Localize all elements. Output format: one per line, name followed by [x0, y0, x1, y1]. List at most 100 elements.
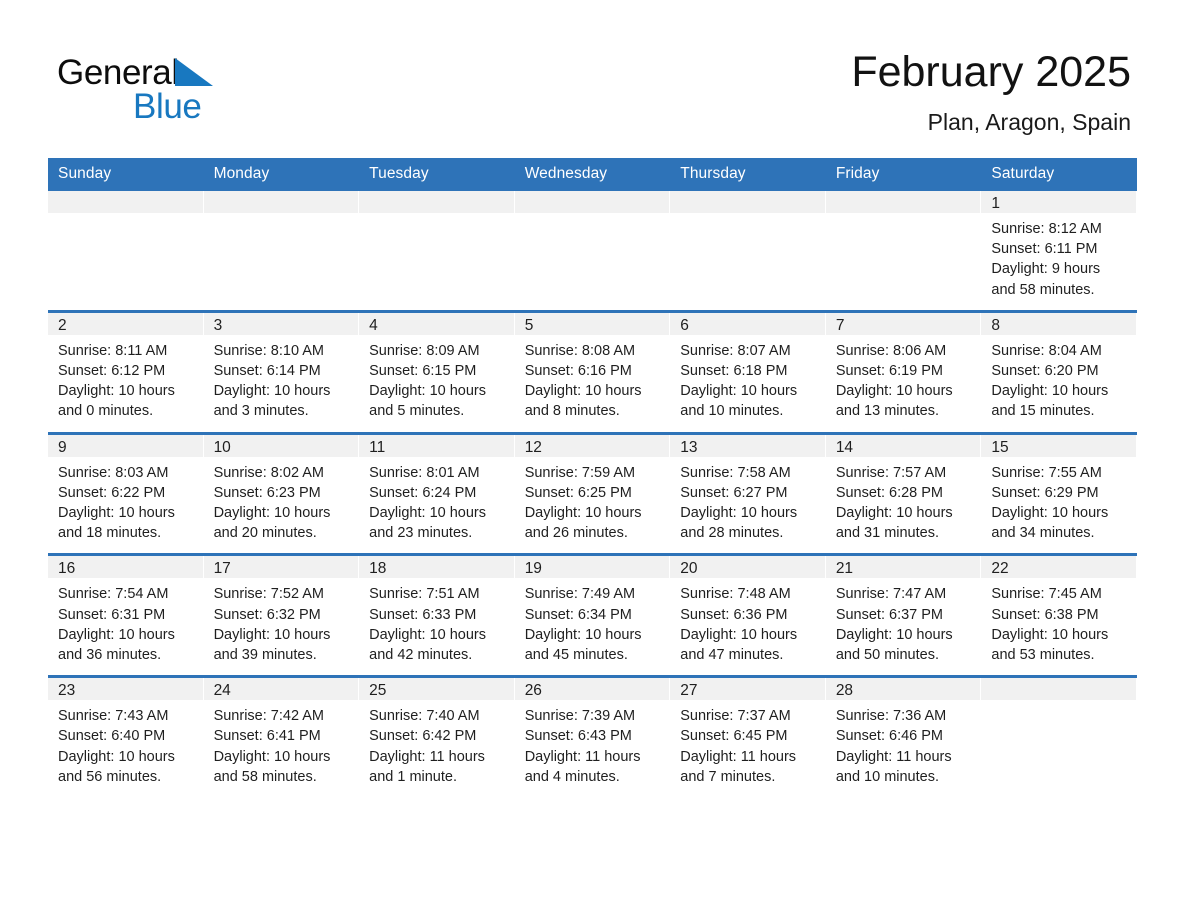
calendar-day-cell[interactable]: 14 Sunrise: 7:57 AM Sunset: 6:28 PM Dayligh… [825, 431, 982, 555]
day-detail-line: Daylight: 10 hours [680, 383, 798, 400]
calendar-day-cell[interactable]: 11 Sunrise: 8:01 AM Sunset: 6:24 PM Dayligh… [359, 431, 515, 555]
day-number [203, 191, 360, 213]
day-detail-block: Sunrise: 7:59 AM Sunset: 6:25 PM Daylight:… [515, 457, 671, 554]
calendar-day-cell[interactable]: 2 Sunrise: 8:11 AM Sunset: 6:12 PM Daylight… [48, 309, 204, 434]
day-number: 3 [203, 312, 360, 335]
calendar-day-cell[interactable]: 6 Sunrise: 8:07 AM Sunset: 6:18 PM Daylight… [670, 309, 826, 434]
calendar-day-cell[interactable]: 7 Sunrise: 8:06 AM Sunset: 6:19 PM Daylight… [825, 309, 982, 434]
day-detail-line: and 10 minutes. [835, 768, 939, 785]
calendar-day-cell[interactable]: 18 Sunrise: 7:51 AM Sunset: 6:33 PM Dayligh… [359, 553, 515, 677]
day-detail-line: Sunrise: 8:03 AM [58, 464, 169, 481]
day-detail-line: Daylight: 9 hours [991, 261, 1101, 278]
day-detail-line: Daylight: 10 hours [369, 383, 486, 400]
day-detail-block: Sunrise: 8:06 AM Sunset: 6:19 PM Daylight:… [826, 335, 982, 432]
calendar-day-cell[interactable]: 1 Sunrise: 8:12 AM Sunset: 6:11 PM Daylight… [981, 191, 1137, 312]
calendar-day-cell[interactable]: 23 Sunrise: 7:43 AM Sunset: 6:40 PM Dayligh… [48, 675, 204, 798]
weekday-header-sunday: Sunday [48, 158, 204, 191]
day-detail-line: and 7 minutes. [680, 768, 776, 785]
day-detail-line: Sunrise: 7:36 AM [835, 708, 947, 725]
calendar-day-cell[interactable]: 5 Sunrise: 8:08 AM Sunset: 6:16 PM Daylight… [514, 309, 671, 434]
calendar-day-cell[interactable]: 9 Sunrise: 8:03 AM Sunset: 6:22 PM Daylight… [48, 431, 204, 555]
calendar-day-cell[interactable]: 24 Sunrise: 7:42 AM Sunset: 6:41 PM Dayligh… [203, 675, 360, 798]
calendar-day-cell[interactable]: 17 Sunrise: 7:52 AM Sunset: 6:32 PM Dayligh… [203, 553, 360, 677]
day-detail-line: Sunset: 6:12 PM [58, 363, 166, 380]
calendar-day-cell[interactable]: 27 Sunrise: 7:37 AM Sunset: 6:45 PM Dayligh… [670, 675, 826, 798]
title-block: February 2025 Plan, Aragon, Spain [851, 47, 1131, 137]
day-detail-block: Sunrise: 7:47 AM Sunset: 6:37 PM Daylight:… [826, 578, 982, 675]
day-detail-line: Daylight: 10 hours [680, 626, 798, 643]
day-number [670, 191, 826, 213]
calendar-body: 1 Sunrise: 8:12 AM Sunset: 6:11 PM Daylight… [48, 191, 1137, 798]
calendar-empty-cell [203, 191, 360, 312]
calendar-day-cell[interactable]: 4 Sunrise: 8:09 AM Sunset: 6:15 PM Daylight… [359, 309, 515, 434]
day-number: 12 [514, 434, 671, 457]
calendar-day-cell[interactable]: 22 Sunrise: 7:45 AM Sunset: 6:38 PM Dayligh… [981, 553, 1137, 677]
calendar-day-cell[interactable]: 10 Sunrise: 8:02 AM Sunset: 6:23 PM Dayligh… [203, 431, 360, 555]
day-detail-line: and 20 minutes. [213, 525, 317, 542]
day-detail-line: Sunrise: 7:43 AM [58, 708, 169, 725]
day-detail-block: Sunrise: 7:55 AM Sunset: 6:29 PM Daylight:… [981, 457, 1137, 554]
calendar-day-cell[interactable]: 25 Sunrise: 7:40 AM Sunset: 6:42 PM Dayligh… [359, 675, 515, 798]
day-detail-line: Daylight: 11 hours [835, 748, 952, 765]
day-detail-line: Sunset: 6:14 PM [213, 363, 321, 380]
day-number: 26 [514, 678, 671, 701]
day-detail-line: Sunset: 6:25 PM [524, 484, 632, 501]
day-detail-line: Sunrise: 7:47 AM [835, 586, 947, 603]
calendar-week-row: 9 Sunrise: 8:03 AM Sunset: 6:22 PM Daylight… [48, 431, 1137, 555]
day-number: 23 [48, 678, 204, 701]
day-detail-block: Sunrise: 7:40 AM Sunset: 6:42 PM Daylight:… [359, 700, 515, 797]
calendar-table: Sunday Monday Tuesday Wednesday Thursday Frid… [48, 158, 1137, 798]
weekday-header-tuesday: Tuesday [359, 158, 515, 191]
day-detail-line: and 15 minutes. [991, 403, 1095, 420]
day-detail-line: Sunrise: 7:51 AM [369, 586, 480, 603]
calendar-day-cell[interactable]: 19 Sunrise: 7:49 AM Sunset: 6:34 PM Dayligh… [514, 553, 671, 677]
day-detail-line: Sunset: 6:46 PM [835, 728, 944, 745]
day-detail-line: and 53 minutes. [991, 647, 1095, 664]
day-detail-line: and 4 minutes. [524, 768, 620, 785]
day-detail-line: Daylight: 10 hours [58, 748, 175, 765]
day-detail-line: Sunset: 6:27 PM [680, 484, 788, 501]
day-detail-block: Sunrise: 7:58 AM Sunset: 6:27 PM Daylight:… [670, 457, 826, 554]
calendar-day-cell[interactable]: 16 Sunrise: 7:54 AM Sunset: 6:31 PM Dayligh… [48, 553, 204, 677]
calendar-day-cell[interactable]: 8 Sunrise: 8:04 AM Sunset: 6:20 PM Daylight… [981, 309, 1137, 434]
calendar-empty-cell [981, 675, 1137, 798]
calendar-day-cell[interactable]: 20 Sunrise: 7:48 AM Sunset: 6:36 PM Dayligh… [670, 553, 826, 677]
day-number [514, 191, 671, 213]
day-detail-line: Sunrise: 7:45 AM [991, 586, 1102, 603]
calendar-week-row: 1 Sunrise: 8:12 AM Sunset: 6:11 PM Daylight… [48, 191, 1137, 312]
day-detail-line: Sunset: 6:40 PM [58, 728, 166, 745]
day-number [48, 191, 204, 213]
calendar-empty-cell [825, 191, 982, 312]
day-detail-line: Sunset: 6:28 PM [835, 484, 944, 501]
calendar-day-cell[interactable]: 15 Sunrise: 7:55 AM Sunset: 6:29 PM Dayligh… [981, 431, 1137, 555]
calendar-day-cell[interactable]: 3 Sunrise: 8:10 AM Sunset: 6:14 PM Daylight… [203, 309, 360, 434]
day-detail-block: Sunrise: 7:42 AM Sunset: 6:41 PM Daylight:… [204, 700, 360, 797]
calendar-day-cell[interactable]: 12 Sunrise: 7:59 AM Sunset: 6:25 PM Dayligh… [514, 431, 671, 555]
day-number: 7 [825, 312, 982, 335]
day-detail-line: Sunset: 6:16 PM [524, 363, 632, 380]
calendar-day-cell[interactable]: 26 Sunrise: 7:39 AM Sunset: 6:43 PM Dayligh… [514, 675, 671, 798]
day-detail-line: Daylight: 10 hours [213, 626, 331, 643]
weekday-header-friday: Friday [825, 158, 982, 191]
day-number: 1 [981, 191, 1137, 213]
weekday-header-wednesday: Wednesday [514, 158, 671, 191]
day-detail-line: Sunrise: 8:10 AM [213, 342, 324, 359]
day-detail-line: Sunset: 6:38 PM [991, 606, 1099, 623]
day-detail-block: Sunrise: 8:01 AM Sunset: 6:24 PM Daylight:… [359, 457, 515, 554]
day-number [981, 678, 1137, 701]
day-number: 2 [48, 312, 204, 335]
day-detail-line: Daylight: 10 hours [835, 383, 953, 400]
day-detail-line: Sunset: 6:20 PM [991, 363, 1099, 380]
day-detail-line: Sunrise: 8:09 AM [369, 342, 480, 359]
page-title: February 2025 [851, 48, 1131, 96]
day-detail-line: and 5 minutes. [369, 403, 465, 420]
day-number: 14 [825, 434, 982, 457]
day-detail-line: Sunset: 6:31 PM [58, 606, 166, 623]
calendar-day-cell[interactable]: 21 Sunrise: 7:47 AM Sunset: 6:37 PM Dayligh… [825, 553, 982, 677]
day-detail-line: and 47 minutes. [680, 647, 784, 664]
day-detail-line: Daylight: 10 hours [524, 626, 642, 643]
calendar-day-cell[interactable]: 13 Sunrise: 7:58 AM Sunset: 6:27 PM Dayligh… [670, 431, 826, 555]
day-detail-line: Sunrise: 8:07 AM [680, 342, 791, 359]
calendar-day-cell[interactable]: 28 Sunrise: 7:36 AM Sunset: 6:46 PM Dayligh… [825, 675, 982, 798]
day-detail-block [48, 213, 204, 297]
